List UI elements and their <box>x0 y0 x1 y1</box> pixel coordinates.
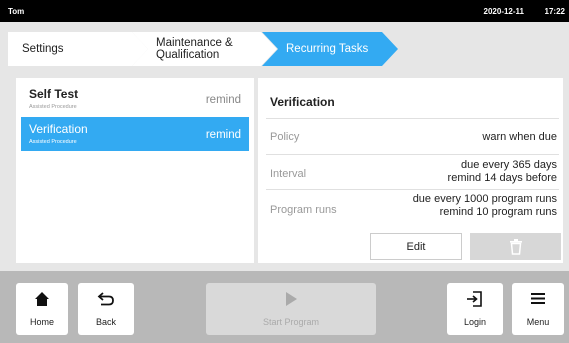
program-runs-label: Program runs <box>270 204 337 216</box>
menu-button[interactable]: Menu <box>512 283 564 335</box>
status-date: 2020-12-11 <box>483 7 524 16</box>
trash-icon <box>509 238 522 255</box>
task-status: remind <box>205 129 241 141</box>
policy-label: Policy <box>270 131 300 143</box>
interval-value: due every 365 days remind 14 days before <box>448 159 557 185</box>
breadcrumb: Settings Maintenance & Qualification Rec… <box>0 22 569 70</box>
interval-label: Interval <box>270 168 307 180</box>
menu-icon <box>531 293 545 304</box>
delete-button <box>470 233 561 260</box>
program-runs-remind: remind 10 program runs <box>439 206 557 218</box>
user-name: Tom <box>8 7 25 16</box>
detail-title: Verification <box>270 95 335 109</box>
program-runs-value: due every 1000 program runs remind 10 pr… <box>413 193 557 219</box>
login-button[interactable]: Login <box>447 283 503 335</box>
home-icon <box>35 292 49 306</box>
interval-due: due every 365 days <box>460 159 557 171</box>
breadcrumb-maintenance-line2: Qualification <box>156 49 220 61</box>
breadcrumb-maintenance[interactable]: Maintenance & Qualification <box>132 32 277 66</box>
start-program-button[interactable]: Start Program <box>206 283 376 335</box>
back-label: Back <box>95 317 116 327</box>
screen: Tom 2020-12-11 17:22 Settings Maintenanc… <box>0 0 569 343</box>
task-subtitle: Assisted Procedure <box>29 104 77 110</box>
task-status: remind <box>205 94 241 106</box>
breadcrumb-recurring-label: Recurring Tasks <box>286 43 369 55</box>
task-title: Verification <box>29 122 88 136</box>
login-icon <box>467 291 482 307</box>
program-runs-due: due every 1000 program runs <box>412 193 557 205</box>
home-label: Home <box>29 317 54 327</box>
policy-row: Policy warn when due <box>266 118 559 154</box>
play-icon <box>286 292 297 306</box>
breadcrumb-maintenance-line1: Maintenance & <box>156 37 233 49</box>
program-runs-row: Program runs due every 1000 program runs… <box>266 189 559 231</box>
breadcrumb-recurring-tasks[interactable]: Recurring Tasks <box>262 32 398 66</box>
interval-row: Interval due every 365 days remind 14 da… <box>266 154 559 189</box>
task-list: Self Test Assisted Procedure remind Veri… <box>16 78 254 263</box>
edit-button[interactable]: Edit <box>370 233 462 260</box>
list-item[interactable]: Self Test Assisted Procedure remind <box>21 82 249 116</box>
status-time: 17:22 <box>544 7 565 16</box>
back-arrow-icon <box>97 292 114 306</box>
interval-remind: remind 14 days before <box>447 172 557 184</box>
task-title: Self Test <box>29 87 79 101</box>
status-bar: Tom 2020-12-11 17:22 <box>0 0 569 22</box>
task-subtitle: Assisted Procedure <box>29 139 77 145</box>
breadcrumb-settings-label: Settings <box>22 43 64 55</box>
list-item-selected[interactable]: Verification Assisted Procedure remind <box>21 117 249 151</box>
breadcrumb-maintenance-label: Maintenance & Qualification <box>132 37 233 61</box>
back-button[interactable]: Back <box>78 283 134 335</box>
login-label: Login <box>463 317 487 327</box>
policy-value: warn when due <box>482 131 557 143</box>
home-button[interactable]: Home <box>16 283 68 335</box>
start-program-label: Start Program <box>262 317 320 327</box>
bottom-bar: Home Back Start Program Login Menu <box>0 271 569 343</box>
breadcrumb-settings[interactable]: Settings <box>8 32 148 66</box>
menu-label: Menu <box>526 317 550 327</box>
